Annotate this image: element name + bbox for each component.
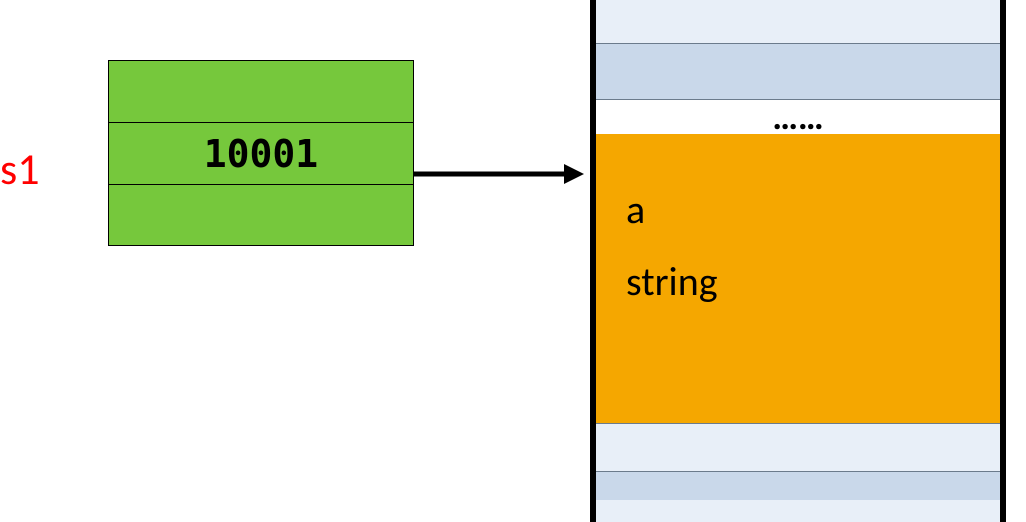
heap-content-line: string xyxy=(626,246,970,318)
variable-label: s1 xyxy=(0,142,40,196)
memory-slot xyxy=(596,424,1000,472)
stack-row-value: 10001 xyxy=(109,123,413,185)
memory-slot xyxy=(596,500,1000,522)
heap-content-line: a xyxy=(626,174,970,246)
heap-memory-column: …… a string xyxy=(590,0,1006,522)
memory-slot xyxy=(596,0,1000,44)
memory-diagram: s1 10001 …… a string xyxy=(0,0,1026,522)
pointer-arrow-icon xyxy=(414,162,584,186)
heap-object: a string xyxy=(596,134,1000,424)
memory-ellipsis: …… xyxy=(596,100,1000,134)
stack-row-empty-top xyxy=(109,61,413,123)
stack-row-empty-bottom xyxy=(109,185,413,247)
memory-slot xyxy=(596,44,1000,100)
stack-variable-box: 10001 xyxy=(108,60,414,246)
memory-slot xyxy=(596,472,1000,500)
